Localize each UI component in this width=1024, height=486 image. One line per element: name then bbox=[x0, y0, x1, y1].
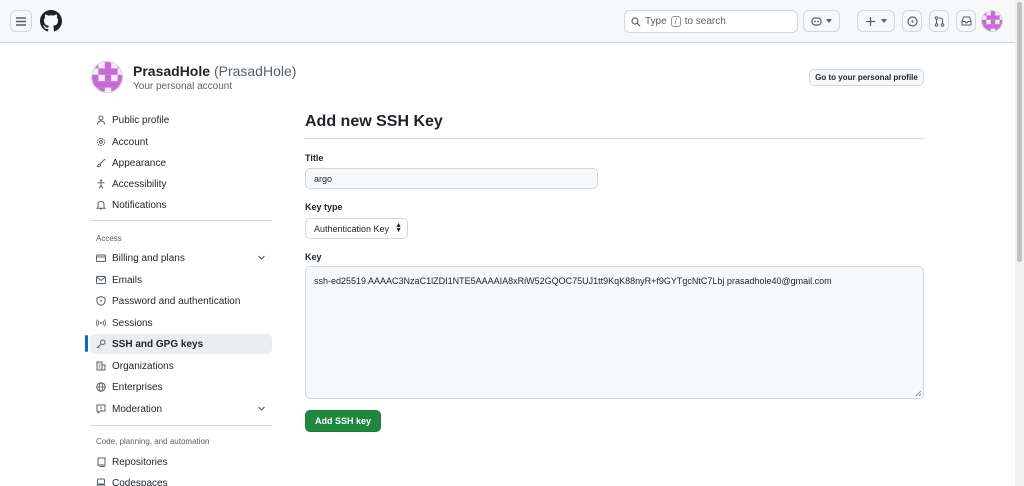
profile-subtitle: Your personal account bbox=[133, 81, 233, 92]
user-avatar[interactable] bbox=[981, 10, 1003, 32]
organization-icon bbox=[96, 361, 106, 371]
sidebar-item-label: Repositories bbox=[112, 456, 168, 468]
search-input[interactable]: Type / to search bbox=[624, 10, 798, 33]
sidebar-divider bbox=[90, 425, 272, 426]
key-type-select[interactable]: Authentication Key ▲ ▼ bbox=[305, 218, 408, 239]
sidebar-item-moderation[interactable]: Moderation bbox=[90, 399, 272, 419]
issue-opened-icon bbox=[906, 15, 918, 27]
sidebar-item-label: Account bbox=[112, 136, 149, 148]
credit-card-icon bbox=[96, 253, 106, 263]
identicon-avatar bbox=[92, 62, 122, 92]
pull-requests-button[interactable] bbox=[929, 10, 949, 32]
copilot-icon bbox=[811, 17, 822, 26]
sidebar-item-label: Appearance bbox=[112, 157, 166, 169]
profile-display-name[interactable]: PrasadHole bbox=[133, 63, 210, 79]
paintbrush-icon bbox=[96, 158, 106, 168]
chevron-down-icon bbox=[826, 19, 832, 23]
report-icon bbox=[96, 404, 106, 414]
sidebar-item-label: Enterprises bbox=[112, 381, 163, 393]
codespaces-icon bbox=[96, 478, 106, 486]
sidebar-item-ssh-gpg-keys[interactable]: SSH and GPG keys bbox=[90, 334, 272, 354]
globe-icon bbox=[96, 382, 106, 392]
sidebar-item-appearance[interactable]: Appearance bbox=[90, 153, 272, 173]
bell-icon bbox=[96, 200, 106, 210]
search-icon bbox=[631, 16, 641, 26]
go-to-profile-button[interactable]: Go to your personal profile bbox=[809, 69, 924, 86]
key-icon bbox=[96, 339, 106, 349]
identicon-avatar bbox=[982, 11, 1002, 31]
profile-name: PrasadHole (PrasadHole) bbox=[133, 63, 296, 79]
key-type-value: Authentication Key bbox=[314, 223, 390, 234]
search-text-after: to search bbox=[684, 16, 726, 27]
sidebar-item-codespaces[interactable]: Codespaces bbox=[90, 473, 272, 486]
chevron-down-icon bbox=[880, 19, 887, 23]
shield-lock-icon bbox=[96, 296, 106, 306]
sidebar-item-label: Password and authentication bbox=[112, 295, 241, 307]
issues-button[interactable] bbox=[902, 10, 922, 32]
key-label: Key bbox=[305, 252, 322, 262]
sidebar-item-label: Moderation bbox=[112, 403, 163, 415]
accessibility-icon bbox=[96, 179, 106, 189]
sidebar-item-enterprises[interactable]: Enterprises bbox=[90, 377, 272, 397]
title-label: Title bbox=[305, 153, 324, 163]
sidebar-item-account[interactable]: Account bbox=[90, 132, 272, 152]
sidebar-item-accessibility[interactable]: Accessibility bbox=[90, 174, 272, 194]
copilot-button[interactable] bbox=[803, 10, 840, 32]
scrollbar-thumb[interactable] bbox=[1017, 2, 1022, 262]
sidebar-item-emails[interactable]: Emails bbox=[90, 270, 272, 290]
broadcast-icon bbox=[96, 318, 106, 328]
chevron-down-icon bbox=[258, 255, 265, 260]
profile-avatar bbox=[91, 61, 123, 93]
sidebar-divider bbox=[90, 220, 272, 221]
add-ssh-key-button[interactable]: Add SSH key bbox=[305, 410, 381, 432]
title-input[interactable] bbox=[305, 168, 598, 189]
git-pull-request-icon bbox=[934, 15, 944, 27]
inbox-icon bbox=[961, 16, 971, 26]
search-shortcut-key: / bbox=[670, 16, 681, 27]
sidebar-item-password-auth[interactable]: Password and authentication bbox=[90, 291, 272, 311]
search-text-before: Type bbox=[645, 16, 667, 27]
sidebar-section-access: Access bbox=[96, 234, 122, 243]
sidebar-item-label: Billing and plans bbox=[112, 252, 185, 264]
select-arrows-icon: ▲ ▼ bbox=[395, 222, 402, 234]
gear-icon bbox=[96, 137, 106, 147]
profile-login: (PrasadHole) bbox=[213, 63, 297, 79]
sidebar-item-sessions[interactable]: Sessions bbox=[90, 313, 272, 333]
chevron-down-icon bbox=[258, 406, 265, 411]
sidebar-section-code: Code, planning, and automation bbox=[96, 437, 210, 446]
page-scrollbar[interactable] bbox=[1015, 0, 1024, 486]
key-textarea[interactable]: ssh-ed25519 AAAAC3NzaC1lZDI1NTE5AAAAIA8x… bbox=[305, 266, 924, 399]
sidebar-item-label: Organizations bbox=[112, 360, 174, 372]
repo-icon bbox=[96, 457, 106, 467]
sidebar-item-label: Codespaces bbox=[112, 477, 168, 486]
sidebar-item-label: Emails bbox=[112, 274, 143, 286]
sidebar-item-organizations[interactable]: Organizations bbox=[90, 356, 272, 376]
mail-icon bbox=[96, 275, 106, 285]
active-indicator bbox=[85, 335, 88, 352]
person-icon bbox=[96, 115, 106, 125]
plus-icon bbox=[865, 16, 875, 26]
resize-handle-icon[interactable] bbox=[914, 389, 922, 397]
key-type-label: Key type bbox=[305, 202, 343, 212]
sidebar-item-notifications[interactable]: Notifications bbox=[90, 195, 272, 215]
top-header: Type / to search bbox=[0, 0, 1024, 43]
sidebar-item-label: SSH and GPG keys bbox=[112, 338, 204, 350]
sidebar-item-label: Sessions bbox=[112, 317, 153, 329]
sidebar-item-billing[interactable]: Billing and plans bbox=[90, 248, 272, 268]
sidebar-item-label: Accessibility bbox=[112, 178, 167, 190]
title-divider bbox=[305, 138, 924, 139]
sidebar-item-public-profile[interactable]: Public profile bbox=[90, 110, 272, 130]
sidebar-item-repositories[interactable]: Repositories bbox=[90, 452, 272, 472]
menu-button[interactable] bbox=[10, 10, 32, 32]
sidebar-item-label: Notifications bbox=[112, 199, 167, 211]
github-logo[interactable] bbox=[40, 10, 62, 32]
hamburger-icon bbox=[16, 16, 26, 26]
sidebar-item-label: Public profile bbox=[112, 114, 170, 126]
inbox-button[interactable] bbox=[956, 10, 976, 32]
create-new-button[interactable] bbox=[857, 10, 895, 32]
page-title: Add new SSH Key bbox=[305, 113, 443, 130]
